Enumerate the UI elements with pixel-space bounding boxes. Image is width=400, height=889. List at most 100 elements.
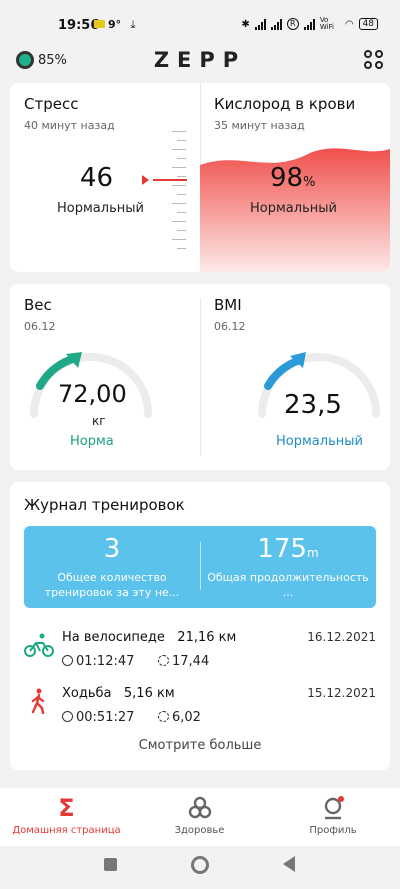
status-bar: 19:56 9° ⤓ ✱ R Vo WiFi ◠ 48 — [0, 0, 400, 34]
system-icons: ✱ R Vo WiFi ◠ 48 — [241, 17, 378, 31]
cycling-icon — [24, 633, 54, 657]
vowifi-label: Vo WiFi — [319, 16, 334, 31]
pace-icon — [158, 711, 169, 722]
workout-log-card: Журнал тренировок 3 Общее количество тре… — [10, 482, 390, 770]
app-header: 85% ZEPP — [0, 42, 400, 76]
workout-count-label: Общее количество тренировок за эту не... — [44, 571, 180, 599]
oxygen-unit: % — [303, 175, 316, 190]
scale-tick — [172, 167, 186, 168]
stress-value: 46 — [80, 163, 114, 193]
tab-home-label: Домашняя страница — [12, 825, 121, 836]
workout-summary-banner[interactable]: 3 Общее количество тренировок за эту не.… — [24, 526, 376, 608]
workout-distance: 21,16 км — [177, 630, 237, 645]
wifi-icon: ◠ — [344, 18, 354, 30]
workout-time-value: 01:12:47 — [76, 654, 135, 669]
workout-pace: 6,02 — [158, 710, 201, 725]
message-icon — [94, 20, 105, 28]
oxygen-value: 98 — [270, 163, 304, 193]
r-icon: R — [286, 18, 299, 30]
temperature: 9° — [108, 18, 122, 31]
health-icon — [188, 796, 211, 819]
bmi-tile[interactable]: BMI 06.12 23,5 Нормальный — [200, 284, 390, 470]
workout-distance: 5,16 км — [123, 686, 175, 701]
scale-tick — [177, 194, 186, 195]
widgets-grid-icon[interactable] — [364, 50, 384, 70]
tab-home[interactable]: Σ Домашняя страница — [0, 788, 133, 846]
recents-button[interactable] — [104, 858, 117, 871]
workout-log-title[interactable]: Журнал тренировок — [24, 496, 185, 514]
stress-level-line — [153, 179, 187, 181]
weight-bmi-card: Вес 06.12 72,00 кг Норма BMI 06.12 23,5 … — [10, 284, 390, 470]
weight-title: Вес — [24, 296, 52, 314]
signal-3-icon — [303, 18, 315, 30]
app-logo: ZEPP — [153, 48, 247, 72]
clock-icon — [62, 655, 73, 666]
workout-pace-value: 6,02 — [172, 710, 201, 725]
workout-row[interactable]: Ходьба 5,16 км 15.12.2021 00:51:27 6,02 — [10, 684, 390, 734]
profile-icon — [324, 796, 344, 820]
bmi-value: 23,5 — [284, 390, 342, 420]
oxygen-tile[interactable]: Кислород в крови 35 минут назад 98% Норм… — [200, 83, 390, 272]
scale-tick — [172, 221, 186, 222]
bmi-title: BMI — [214, 296, 242, 314]
system-nav-bar — [0, 846, 400, 889]
workout-pace-value: 17,44 — [172, 654, 210, 669]
pace-icon — [158, 655, 169, 666]
workout-type: Ходьба — [62, 686, 112, 701]
battery-icon: 48 — [358, 18, 378, 30]
stress-oxygen-card: Стресс 40 минут назад 46 Нормальный Кисл… — [10, 83, 390, 272]
home-button[interactable] — [191, 856, 209, 874]
weight-tile[interactable]: Вес 06.12 72,00 кг Норма — [10, 284, 200, 470]
stress-time-ago: 40 минут назад — [24, 119, 115, 132]
weight-status: Норма — [70, 434, 114, 449]
workout-name: На велосипеде 21,16 км — [62, 630, 236, 645]
stress-title: Стресс — [24, 95, 79, 113]
tab-health[interactable]: Здоровье — [133, 788, 266, 846]
workout-duration-unit: m — [306, 546, 319, 560]
workout-time-value: 00:51:27 — [76, 710, 135, 725]
workout-row[interactable]: На велосипеде 21,16 км 16.12.2021 01:12:… — [10, 628, 390, 678]
walking-icon — [31, 688, 45, 714]
workout-count-value: 3 — [103, 534, 121, 564]
workout-duration-label: Общая продолжительность ... — [207, 571, 369, 599]
scale-tick — [177, 176, 186, 177]
workout-date: 16.12.2021 — [307, 630, 376, 644]
tab-profile-label: Профиль — [309, 825, 357, 836]
weight-value: 72,00 — [58, 380, 127, 408]
stress-pointer-icon — [142, 175, 149, 185]
oxygen-status: Нормальный — [250, 201, 337, 216]
workout-count: 3 Общее количество тренировок за эту не.… — [24, 526, 200, 608]
signal-icon — [254, 18, 266, 30]
bluetooth-icon: ✱ — [241, 18, 250, 30]
workout-time: 00:51:27 — [62, 710, 134, 725]
download-icon: ⤓ — [130, 18, 136, 31]
notification-icons: 9° ⤓ — [94, 18, 136, 32]
weight-unit: кг — [92, 414, 106, 428]
scale-tick — [177, 140, 186, 141]
weight-date: 06.12 — [24, 320, 56, 333]
tab-profile[interactable]: Профиль — [266, 788, 400, 846]
tab-bar: Σ Домашняя страница Здоровье Профиль — [0, 788, 400, 846]
back-button[interactable] — [283, 856, 295, 872]
stress-scale — [156, 131, 186, 256]
workout-duration-value: 175 — [257, 534, 307, 564]
oxygen-title: Кислород в крови — [214, 95, 356, 113]
scale-tick — [172, 149, 186, 150]
stress-tile[interactable]: Стресс 40 минут назад 46 Нормальный — [10, 83, 200, 272]
workout-type: На велосипеде — [62, 630, 165, 645]
scale-tick — [172, 239, 186, 240]
workout-time: 01:12:47 — [62, 654, 134, 669]
scale-tick — [177, 248, 186, 249]
tab-health-label: Здоровье — [174, 825, 225, 836]
workout-name: Ходьба 5,16 км — [62, 686, 175, 701]
stress-status: Нормальный — [57, 201, 144, 216]
workout-date: 15.12.2021 — [307, 686, 376, 700]
signal-2-icon — [270, 18, 282, 30]
oxygen-time-ago: 35 минут назад — [214, 119, 305, 132]
oxygen-value-wrap: 98% — [270, 163, 315, 193]
workout-duration: 175m Общая продолжительность ... — [200, 526, 376, 608]
scale-tick — [177, 230, 186, 231]
scale-tick — [177, 158, 186, 159]
see-more-button[interactable]: Смотрите больше — [10, 738, 390, 753]
scale-tick — [172, 131, 186, 132]
